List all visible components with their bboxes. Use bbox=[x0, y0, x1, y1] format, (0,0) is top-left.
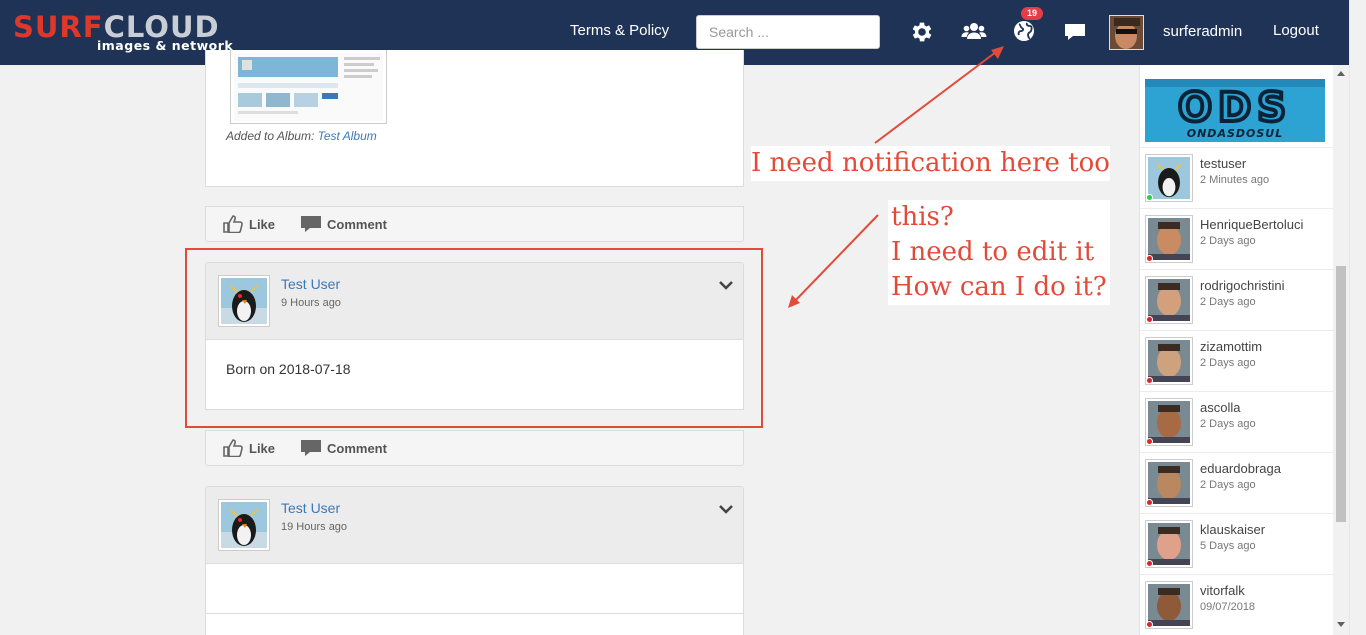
sidebar-last-seen: 09/07/2018 bbox=[1200, 601, 1256, 613]
thumbs-up-icon bbox=[223, 215, 243, 233]
sidebar-user-item[interactable]: eduardobraga 2 Days ago bbox=[1140, 452, 1334, 513]
chevron-down-icon[interactable] bbox=[719, 501, 733, 514]
sidebar-user-item[interactable]: HenriqueBertoluci 2 Days ago bbox=[1140, 208, 1334, 269]
banner-sub-text: ONDASDOSUL bbox=[1187, 127, 1283, 140]
sidebar-username[interactable]: klauskaiser bbox=[1200, 522, 1265, 537]
post-author-link[interactable]: Test User bbox=[281, 500, 340, 516]
status-dot bbox=[1146, 194, 1153, 201]
sidebar-user-item[interactable]: vitorfalk 09/07/2018 bbox=[1140, 574, 1334, 635]
sidebar-last-seen: 5 Days ago bbox=[1200, 540, 1256, 552]
sidebar-user-item[interactable]: klauskaiser 5 Days ago bbox=[1140, 513, 1334, 574]
globe-icon[interactable] bbox=[1012, 19, 1038, 45]
sidebar-user-item[interactable]: testuser 2 Minutes ago bbox=[1140, 147, 1334, 208]
edit-annotation-line: this? bbox=[891, 202, 954, 232]
post-actions-bar: Like Comment bbox=[205, 206, 744, 242]
thumbs-up-icon bbox=[223, 439, 243, 457]
banner-logo-text: ODS bbox=[1178, 85, 1292, 131]
sidebar-scrollbar[interactable] bbox=[1333, 65, 1349, 635]
edit-annotation-line: I need to edit it bbox=[891, 237, 1095, 267]
sidebar-last-seen: 2 Days ago bbox=[1200, 296, 1256, 308]
status-dot bbox=[1146, 255, 1153, 262]
post-image-thumbnail[interactable] bbox=[230, 50, 387, 124]
status-dot bbox=[1146, 316, 1153, 323]
sidebar-last-seen: 2 Days ago bbox=[1200, 235, 1256, 247]
sidebar-username[interactable]: rodrigochristini bbox=[1200, 278, 1285, 293]
page-scrollbar[interactable] bbox=[1349, 0, 1366, 635]
status-dot bbox=[1146, 438, 1153, 445]
divider bbox=[206, 613, 743, 614]
terms-policy-link[interactable]: Terms & Policy bbox=[570, 22, 669, 39]
sidebar-username[interactable]: eduardobraga bbox=[1200, 461, 1281, 476]
partial-post-card: Added to Album: Test Album bbox=[205, 50, 744, 187]
post-author-avatar[interactable] bbox=[218, 499, 270, 551]
comment-label: Comment bbox=[327, 440, 387, 456]
sidebar-username[interactable]: zizamottim bbox=[1200, 339, 1262, 354]
sidebar-last-seen: 2 Minutes ago bbox=[1200, 174, 1270, 186]
sidebar-username[interactable]: testuser bbox=[1200, 156, 1246, 171]
search-input[interactable] bbox=[696, 15, 880, 49]
post-actions-bar: Like Comment bbox=[205, 430, 744, 466]
edit-annotation-line: How can I do it? bbox=[891, 272, 1107, 302]
sidebar-user-item[interactable]: zizamottim 2 Days ago bbox=[1140, 330, 1334, 391]
post-timestamp: 19 Hours ago bbox=[281, 521, 348, 533]
like-label: Like bbox=[249, 440, 276, 456]
sidebar-last-seen: 2 Days ago bbox=[1200, 479, 1256, 491]
status-dot bbox=[1146, 621, 1153, 628]
sidebar-last-seen: 2 Days ago bbox=[1200, 418, 1256, 430]
comment-label: Comment bbox=[327, 216, 387, 232]
comment-button[interactable]: Comment bbox=[301, 439, 387, 457]
edit-annotation: this? I need to edit it How can I do it? bbox=[888, 200, 1110, 305]
user-avatar[interactable] bbox=[1109, 15, 1144, 50]
sidebar-username[interactable]: vitorfalk bbox=[1200, 583, 1245, 598]
sidebar-username[interactable]: HenriqueBertoluci bbox=[1200, 217, 1303, 232]
surfcloud-logo[interactable]: SURFCLOUD images & network bbox=[13, 12, 235, 54]
sidebar-last-seen: 2 Days ago bbox=[1200, 357, 1256, 369]
like-label: Like bbox=[249, 216, 276, 232]
scroll-down-icon[interactable] bbox=[1337, 622, 1345, 627]
online-users-sidebar: ODS ONDASDOSUL testuser 2 Minutes ago Henr… bbox=[1139, 65, 1334, 635]
post-header: Test User 19 Hours ago bbox=[206, 487, 743, 564]
scroll-up-icon[interactable] bbox=[1337, 71, 1345, 76]
users-icon[interactable] bbox=[961, 19, 987, 45]
logo-surf-text: SURF bbox=[13, 10, 104, 44]
sponsor-banner[interactable]: ODS ONDASDOSUL bbox=[1145, 79, 1325, 142]
like-button[interactable]: Like bbox=[223, 439, 275, 457]
sidebar-username[interactable]: ascolla bbox=[1200, 400, 1240, 415]
sidebar-user-item[interactable]: ascolla 2 Days ago bbox=[1140, 391, 1334, 452]
comment-button[interactable]: Comment bbox=[301, 215, 387, 233]
comment-icon bbox=[301, 440, 321, 456]
comment-icon bbox=[301, 216, 321, 232]
highlight-box bbox=[185, 248, 763, 428]
logout-link[interactable]: Logout bbox=[1273, 22, 1319, 39]
sidebar-user-item[interactable]: rodrigochristini 2 Days ago bbox=[1140, 269, 1334, 330]
username-label[interactable]: surferadmin bbox=[1163, 23, 1242, 40]
album-caption: Added to Album: Test Album bbox=[226, 129, 377, 143]
album-prefix: Added to Album: bbox=[226, 129, 315, 143]
status-dot bbox=[1146, 499, 1153, 506]
album-link[interactable]: Test Album bbox=[318, 129, 377, 143]
gear-icon[interactable] bbox=[909, 19, 935, 45]
notification-count-badge: 19 bbox=[1021, 7, 1044, 20]
scrollbar-thumb[interactable] bbox=[1336, 266, 1346, 522]
post-card: Test User 19 Hours ago bbox=[205, 486, 744, 635]
status-dot bbox=[1146, 560, 1153, 567]
notification-annotation: I need notification here too bbox=[751, 146, 1110, 181]
like-button[interactable]: Like bbox=[223, 215, 275, 233]
chat-icon[interactable] bbox=[1062, 19, 1088, 45]
status-dot bbox=[1146, 377, 1153, 384]
